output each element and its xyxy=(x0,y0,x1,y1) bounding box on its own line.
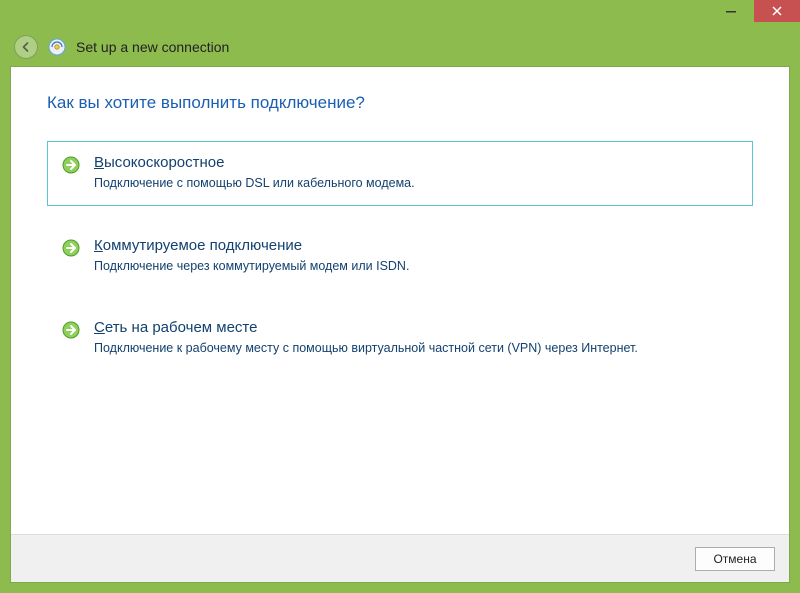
option-text: Высокоскоростное Подключение с помощью D… xyxy=(94,154,738,193)
accel-key: В xyxy=(94,154,104,171)
page-heading: Как вы хотите выполнить подключение? xyxy=(47,93,753,113)
option-broadband[interactable]: Высокоскоростное Подключение с помощью D… xyxy=(47,141,753,206)
content-area: Как вы хотите выполнить подключение? Выс… xyxy=(11,67,789,534)
minimize-button[interactable] xyxy=(708,0,754,22)
dialog-window: Set up a new connection Как вы хотите вы… xyxy=(0,0,800,593)
option-desc: Подключение с помощью DSL или кабельного… xyxy=(94,175,738,193)
option-text: Сеть на рабочем месте Подключение к рабо… xyxy=(94,319,738,358)
back-arrow-icon xyxy=(20,41,32,53)
wizard-icon xyxy=(48,38,66,56)
minimize-icon xyxy=(726,6,736,16)
header: Set up a new connection xyxy=(0,28,800,66)
accel-key: С xyxy=(94,319,105,336)
footer: Отмена xyxy=(11,534,789,582)
cancel-button[interactable]: Отмена xyxy=(695,547,775,571)
title-rest: еть на рабочем месте xyxy=(105,319,258,336)
content-frame: Как вы хотите выполнить подключение? Выс… xyxy=(10,66,790,583)
titlebar xyxy=(0,0,800,28)
option-desc: Подключение через коммутируемый модем ил… xyxy=(94,258,738,276)
title-rest: оммутируемое подключение xyxy=(103,237,302,254)
arrow-right-icon xyxy=(62,321,80,339)
option-text: Коммутируемое подключение Подключение че… xyxy=(94,237,738,276)
arrow-right-icon xyxy=(62,239,80,257)
accel-key: К xyxy=(94,237,103,254)
title-rest: ысокоскоростное xyxy=(104,154,224,171)
option-title: Высокоскоростное xyxy=(94,154,738,171)
window-controls xyxy=(708,0,800,22)
close-icon xyxy=(772,6,782,16)
close-button[interactable] xyxy=(754,0,800,22)
option-title: Сеть на рабочем месте xyxy=(94,319,738,336)
option-dialup[interactable]: Коммутируемое подключение Подключение че… xyxy=(47,224,753,289)
back-button[interactable] xyxy=(14,35,38,59)
option-title: Коммутируемое подключение xyxy=(94,237,738,254)
window-title: Set up a new connection xyxy=(76,39,229,55)
option-desc: Подключение к рабочему месту с помощью в… xyxy=(94,340,738,358)
option-workplace[interactable]: Сеть на рабочем месте Подключение к рабо… xyxy=(47,306,753,371)
arrow-right-icon xyxy=(62,156,80,174)
